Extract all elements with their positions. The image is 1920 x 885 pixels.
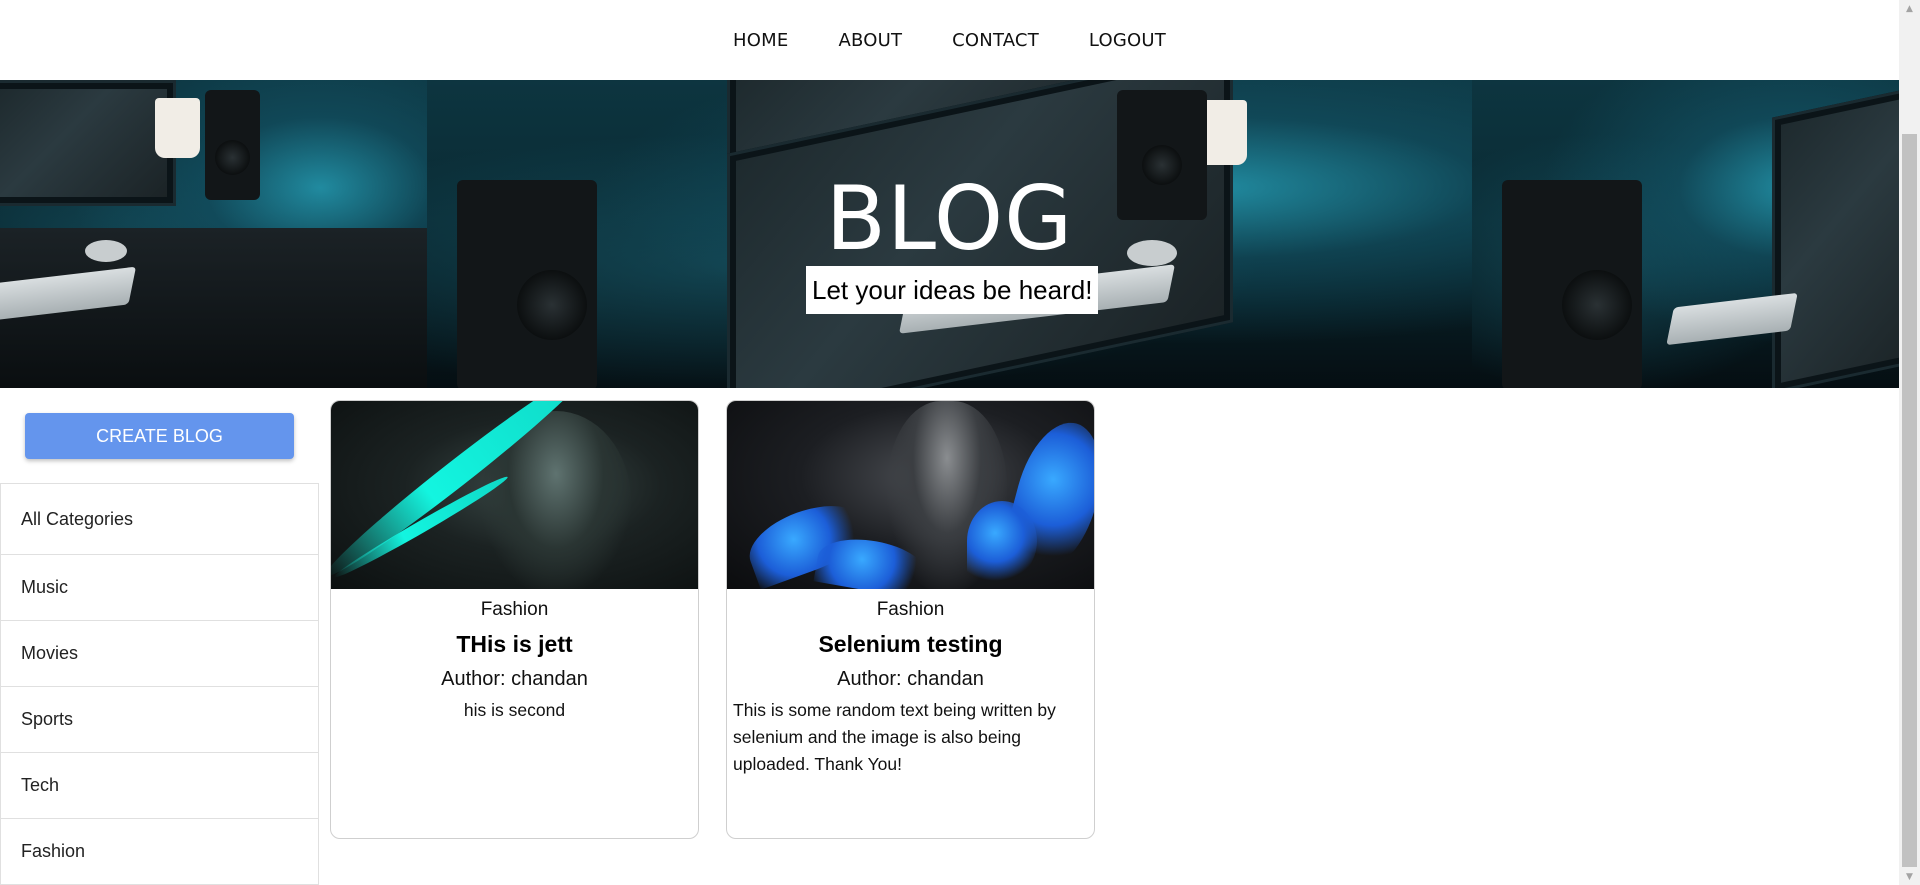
post-card[interactable]: Fashion THis is jett Author: chandan his… [330,400,699,839]
category-fashion[interactable]: Fashion [1,819,318,885]
banner-subtitle: Let your ideas be heard! [806,266,1099,314]
vertical-scrollbar[interactable]: ▲ ▼ [1899,0,1920,885]
top-navigation: HOME ABOUT CONTACT LOGOUT [0,0,1899,80]
create-blog-button[interactable]: CREATE BLOG [25,413,294,459]
post-author: Author: chandan [441,668,588,690]
post-description: This is some random text being written b… [733,700,1056,774]
nav-about-link[interactable]: ABOUT [813,30,927,51]
category-movies[interactable]: Movies [1,621,318,687]
banner-title: BLOG [825,167,1074,270]
category-music[interactable]: Music [1,555,318,621]
nav-contact-link[interactable]: CONTACT [927,30,1064,51]
scroll-thumb[interactable] [1902,134,1917,867]
post-image [727,401,1094,589]
category-all[interactable]: All Categories [1,484,318,555]
hero-banner: BLOG Let your ideas be heard! [0,80,1899,388]
post-category: Fashion [876,599,945,620]
category-sports[interactable]: Sports [1,687,318,753]
post-title: Selenium testing [818,631,1003,657]
post-card[interactable]: Fashion Selenium testing Author: chandan… [726,400,1095,839]
scroll-up-icon[interactable]: ▲ [1899,0,1920,17]
post-image [331,401,698,589]
post-title: THis is jett [456,631,573,657]
nav-home-link[interactable]: HOME [708,30,813,51]
post-category: Fashion [480,599,549,620]
category-list: All Categories Music Movies Sports Tech … [0,483,319,885]
post-description: his is second [463,700,566,720]
post-author: Author: chandan [837,668,984,690]
nav-logout-link[interactable]: LOGOUT [1064,30,1191,51]
category-tech[interactable]: Tech [1,753,318,819]
scroll-down-icon[interactable]: ▼ [1899,868,1920,885]
page: HOME ABOUT CONTACT LOGOUT BLOG Let your … [0,0,1899,885]
